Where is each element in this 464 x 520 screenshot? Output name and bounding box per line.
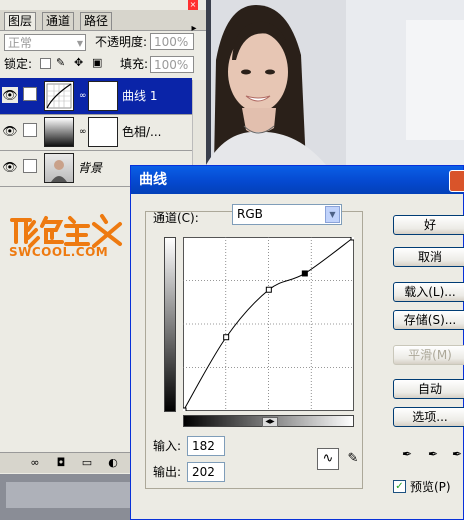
fill-label: 填充: xyxy=(120,57,149,71)
chevron-down-icon[interactable]: ▼ xyxy=(325,206,340,223)
lock-paint-icon[interactable]: ✎ xyxy=(56,55,65,71)
panel-tab-bar: 图层 通道 路径 ▸ xyxy=(0,10,206,34)
black-eyedropper-icon[interactable]: ✒ xyxy=(399,446,415,462)
curve-point[interactable] xyxy=(223,334,230,341)
curve-point-active[interactable] xyxy=(301,270,308,277)
fill-input[interactable]: 100% xyxy=(150,56,194,73)
layer-row[interactable]: 👁 ∞ 色相/... xyxy=(0,114,192,151)
white-eyedropper-icon[interactable]: ✒ xyxy=(449,446,464,462)
output-field[interactable]: 202 xyxy=(187,462,225,482)
layer-mask-thumbnail xyxy=(88,81,118,111)
ok-button[interactable]: 好 xyxy=(393,215,464,235)
output-label: 输出: xyxy=(153,465,182,479)
curve-point[interactable] xyxy=(265,286,272,293)
smooth-button[interactable]: 平滑(M) xyxy=(393,345,464,365)
blend-mode-value: 正常 xyxy=(8,36,33,50)
lock-label: 锁定: xyxy=(4,57,33,71)
brand-url: SWCOOL.COM xyxy=(9,245,109,259)
layer-name: 色相/... xyxy=(122,125,162,139)
new-group-icon[interactable]: ▭ xyxy=(80,456,94,470)
lock-transparency-icon[interactable] xyxy=(40,58,51,69)
layer-row[interactable]: 👁 ∞ 曲线 1 xyxy=(0,78,192,115)
preview-label: 预览(P) xyxy=(410,480,451,494)
layer-name: 曲线 1 xyxy=(122,89,158,103)
channel-label: 通道(C): xyxy=(153,211,199,225)
close-icon[interactable] xyxy=(449,170,464,192)
panel-close-icon[interactable]: × xyxy=(188,0,198,10)
adjustment-mode-icon xyxy=(23,87,37,101)
curve-point[interactable] xyxy=(350,234,357,241)
new-adjustment-icon[interactable]: ◐ xyxy=(106,456,120,470)
load-button[interactable]: 载入(L)... xyxy=(393,282,464,302)
channel-value: RGB xyxy=(237,207,263,221)
tab-paths[interactable]: 路径 xyxy=(80,12,113,30)
options-button[interactable]: 选项... xyxy=(393,407,464,427)
dialog-titlebar[interactable]: 曲线 xyxy=(131,166,464,194)
link-layers-icon[interactable]: ∞ xyxy=(28,456,42,470)
tab-layers[interactable]: 图层 xyxy=(4,12,37,30)
tab-channels[interactable]: 通道 xyxy=(42,12,75,30)
eye-icon[interactable]: 👁 xyxy=(2,87,18,103)
eye-icon[interactable]: 👁 xyxy=(2,159,18,175)
gradient-toggle-icon[interactable]: ◀▶ xyxy=(262,417,278,427)
layer-name: 背景 xyxy=(78,161,103,175)
curve-point[interactable] xyxy=(180,407,187,414)
background-layer-thumbnail xyxy=(44,153,74,183)
add-mask-icon[interactable]: ◘ xyxy=(54,456,68,470)
pencil-tool-icon[interactable]: ✎ xyxy=(344,449,362,469)
preview-checkbox[interactable]: ✓ xyxy=(393,480,406,493)
adjustment-mode-icon xyxy=(23,123,37,137)
layer-mask-thumbnail xyxy=(88,117,118,147)
save-button[interactable]: 存储(S)... xyxy=(393,310,464,330)
chevron-down-icon: ▼ xyxy=(76,39,83,48)
document-image xyxy=(206,0,464,165)
curve-graph[interactable] xyxy=(180,234,357,414)
input-field[interactable]: 182 xyxy=(187,436,225,456)
auto-button[interactable]: 自动 xyxy=(393,379,464,399)
link-icon: ∞ xyxy=(79,91,87,101)
curves-dialog: 曲线 通道(C): RGB ▼ ◀▶ 输入: 182 输出: 202 ∿ ✎ 好… xyxy=(130,165,464,520)
blend-mode-select[interactable]: 正常 ▼ xyxy=(4,34,86,51)
layer-mode-icon xyxy=(23,159,37,173)
eye-icon[interactable]: 👁 xyxy=(2,123,18,139)
input-label: 输入: xyxy=(153,439,182,453)
input-gradient-bar: ◀▶ xyxy=(183,415,354,427)
cancel-button[interactable]: 取消 xyxy=(393,247,464,267)
output-gradient-bar xyxy=(164,237,176,412)
lock-move-icon[interactable]: ✥ xyxy=(74,55,83,71)
gray-eyedropper-icon[interactable]: ✒ xyxy=(425,446,441,462)
curves-layer-thumbnail xyxy=(44,81,74,111)
hue-layer-thumbnail xyxy=(44,117,74,147)
channel-select[interactable]: RGB ▼ xyxy=(232,204,342,225)
lock-all-icon[interactable]: ▣ xyxy=(92,55,102,71)
opacity-input[interactable]: 100% xyxy=(150,33,194,50)
opacity-label: 不透明度: xyxy=(95,35,148,49)
dialog-title: 曲线 xyxy=(139,172,167,188)
status-strip xyxy=(0,474,130,520)
curve-tool-icon[interactable]: ∿ xyxy=(317,448,339,470)
link-icon: ∞ xyxy=(79,127,87,137)
